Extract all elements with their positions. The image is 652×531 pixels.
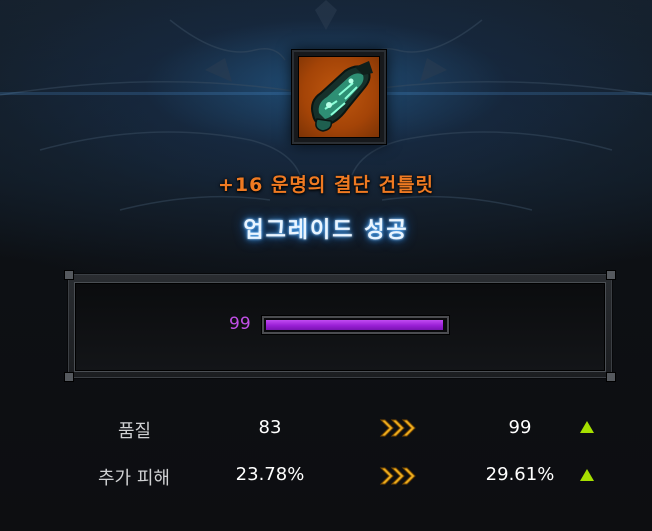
- upgrade-result-screen: +16 운명의 결단 건틀릿 업그레이드 성공 99 품질 83 99 추가 피…: [0, 0, 652, 531]
- panel-corner: [64, 372, 74, 382]
- quality-bar-value: 99: [229, 314, 251, 334]
- upgrade-success-title: 업그레이드 성공: [243, 218, 409, 243]
- stat-after-quality: 99: [508, 417, 532, 438]
- item-name: +16 운명의 결단 건틀릿: [217, 174, 435, 196]
- panel-corner: [606, 270, 616, 280]
- stat-after-bonus-damage: 29.61%: [485, 464, 555, 485]
- stat-label-bonus-damage: 추가 피해: [98, 468, 170, 489]
- item-icon-frame[interactable]: [292, 50, 386, 144]
- stat-before-bonus-damage: 23.78%: [235, 464, 305, 485]
- triple-arrow-icon: [379, 467, 416, 485]
- increase-arrow-icon: [580, 421, 594, 433]
- quality-progress-fill: [266, 320, 443, 330]
- triple-arrow-icon: [379, 419, 416, 437]
- stat-label-quality: 품질: [118, 421, 152, 442]
- panel-corner: [64, 270, 74, 280]
- quality-progress-bar: [262, 316, 449, 334]
- gauntlet-icon: [311, 61, 373, 132]
- panel-corner: [606, 372, 616, 382]
- stat-before-quality: 83: [258, 417, 282, 438]
- increase-arrow-icon: [580, 469, 594, 481]
